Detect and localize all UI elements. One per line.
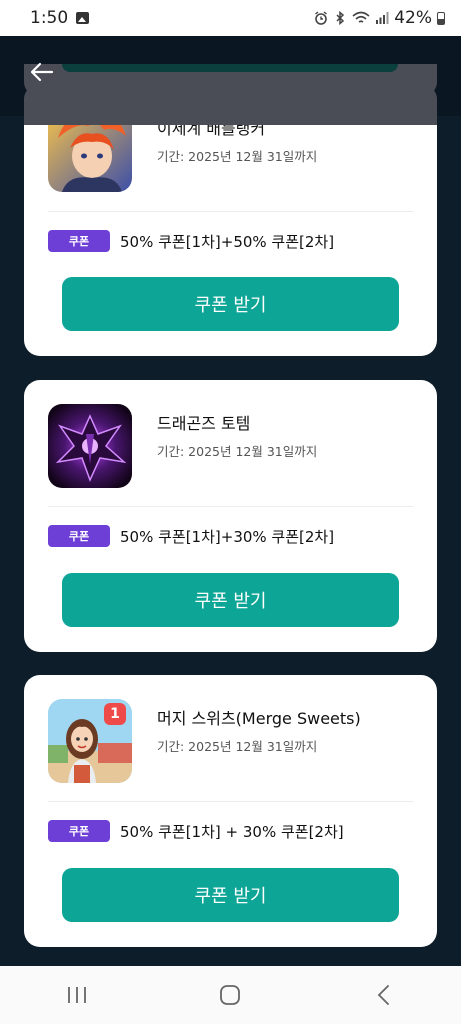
wifi-icon bbox=[352, 11, 370, 23]
recent-apps-button[interactable] bbox=[57, 980, 97, 1010]
merge-sweets-game-icon: 1 bbox=[48, 699, 132, 783]
arrow-left-icon[interactable] bbox=[28, 58, 56, 86]
card-top-shadow bbox=[24, 85, 437, 125]
divider bbox=[48, 211, 413, 212]
notification-count-badge: 1 bbox=[104, 703, 126, 725]
top-header bbox=[0, 36, 461, 125]
bluetooth-icon bbox=[336, 11, 345, 25]
status-left: 1:50 bbox=[30, 8, 90, 28]
alarm-icon bbox=[315, 11, 328, 25]
coupon-description: 50% 쿠폰[1차] + 30% 쿠폰[2차] bbox=[120, 823, 344, 841]
get-coupon-button[interactable]: 쿠폰 받기 bbox=[62, 573, 399, 627]
get-coupon-button[interactable]: 쿠폰 받기 bbox=[62, 868, 399, 922]
coupon-badge: 쿠폰 bbox=[48, 230, 110, 252]
coupon-period: 기간: 2025년 12월 31일까지 bbox=[157, 149, 318, 164]
get-coupon-button[interactable]: 쿠폰 받기 bbox=[62, 277, 399, 331]
coupon-description: 50% 쿠폰[1차]+30% 쿠폰[2차] bbox=[120, 528, 335, 546]
system-nav-bar bbox=[0, 966, 461, 1024]
divider bbox=[48, 801, 413, 802]
dark-dragon-game-icon bbox=[48, 404, 132, 488]
previous-button-remnant bbox=[62, 64, 398, 72]
back-nav-button[interactable] bbox=[364, 980, 404, 1010]
battery-icon bbox=[437, 11, 445, 25]
coupon-card: 1 머지 스위츠(Merge Sweets) 기간: 2025년 12월 31일… bbox=[24, 675, 437, 947]
coupon-card: 드래곤즈 토템 기간: 2025년 12월 31일까지 쿠폰 50% 쿠폰[1차… bbox=[24, 380, 437, 652]
coupon-period: 기간: 2025년 12월 31일까지 bbox=[157, 444, 318, 459]
coupon-description: 50% 쿠폰[1차]+50% 쿠폰[2차] bbox=[120, 233, 335, 251]
status-time: 1:50 bbox=[30, 8, 69, 28]
home-icon bbox=[220, 985, 241, 1005]
battery-percent: 42% bbox=[394, 8, 432, 28]
status-right: 42% bbox=[314, 8, 445, 28]
recent-apps-icon bbox=[67, 987, 86, 1003]
signal-icon bbox=[376, 12, 389, 24]
divider bbox=[48, 506, 413, 507]
game-title: 머지 스위츠(Merge Sweets) bbox=[157, 709, 361, 728]
home-button[interactable] bbox=[210, 980, 250, 1010]
chevron-left-icon bbox=[377, 985, 390, 1005]
status-bar: 1:50 42% bbox=[0, 0, 461, 36]
coupon-badge: 쿠폰 bbox=[48, 525, 110, 547]
coupon-badge: 쿠폰 bbox=[48, 820, 110, 842]
game-title: 드래곤즈 토템 bbox=[157, 414, 251, 433]
coupon-card: 이세계 배틀랭커 기간: 2025년 12월 31일까지 쿠폰 50% 쿠폰[1… bbox=[24, 108, 437, 356]
coupon-period: 기간: 2025년 12월 31일까지 bbox=[157, 739, 318, 754]
image-notification-icon bbox=[76, 12, 90, 24]
